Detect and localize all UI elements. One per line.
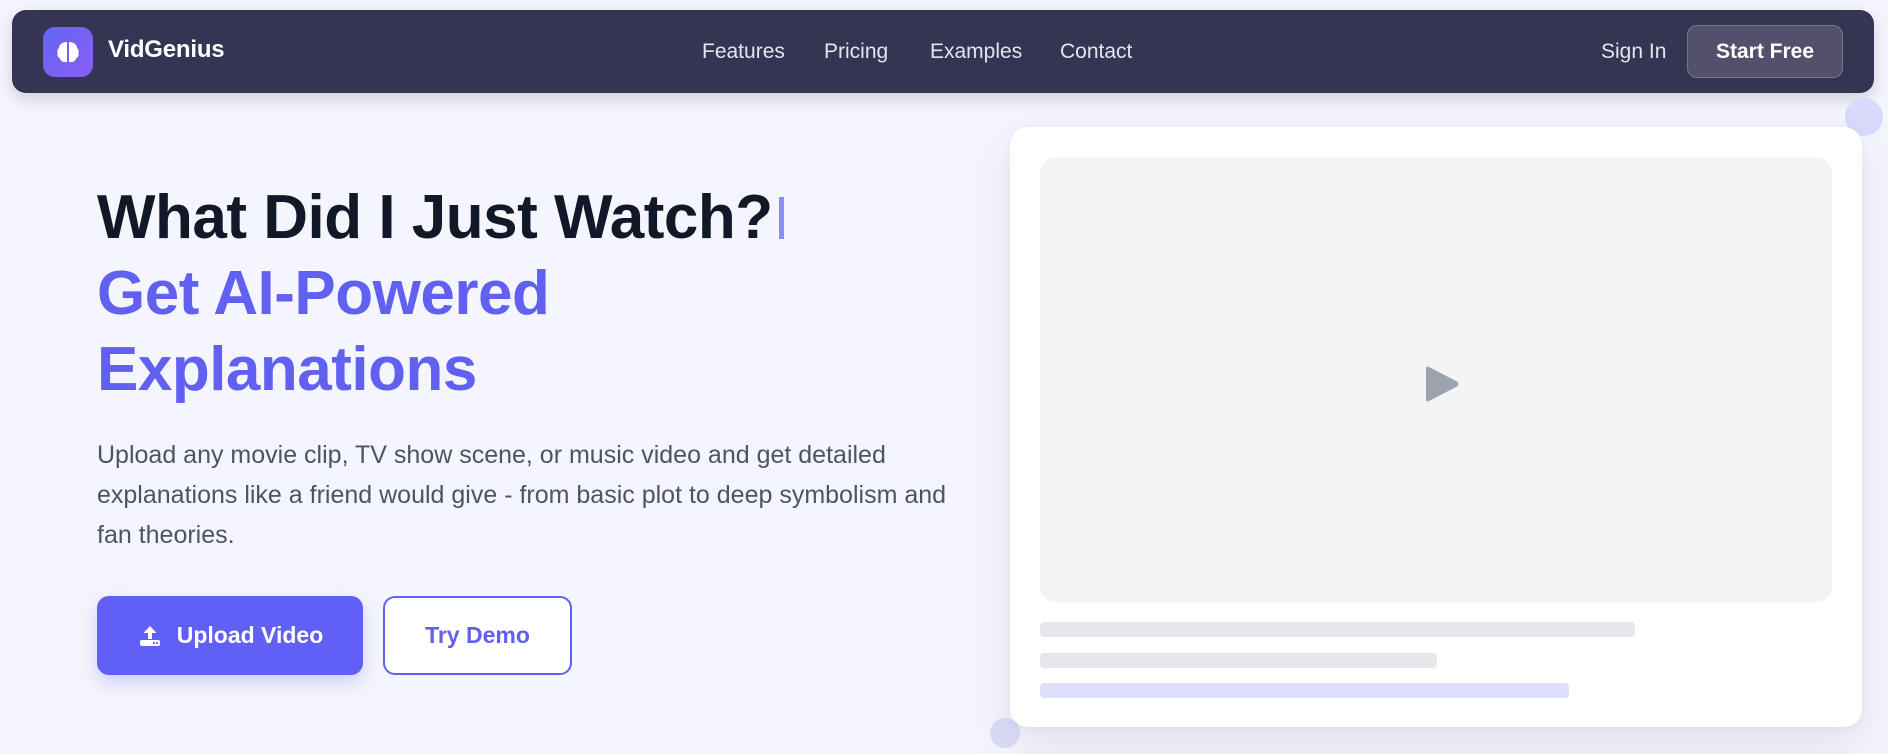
hero-description: Upload any movie clip, TV show scene, or…	[97, 441, 947, 549]
skeleton-line	[1040, 653, 1437, 668]
sign-in-link[interactable]: Sign In	[1601, 40, 1666, 64]
skeleton-line	[1040, 622, 1635, 637]
upload-video-button[interactable]: Upload Video	[97, 596, 363, 675]
video-player-placeholder[interactable]	[1040, 157, 1832, 602]
nav-link-examples[interactable]: Examples	[930, 40, 1022, 64]
play-icon[interactable]	[1424, 364, 1460, 404]
upload-icon	[139, 625, 160, 646]
hero-highlight-headline: Get AI-Powered Explanations	[97, 259, 550, 404]
nav-link-features[interactable]: Features	[702, 40, 785, 64]
hero-headline-text: What Did I Just Watch?	[97, 183, 773, 252]
try-demo-button[interactable]: Try Demo	[383, 596, 572, 675]
top-navbar: VidGenius Features Pricing Examples Cont…	[12, 10, 1874, 93]
video-preview-card	[1010, 127, 1862, 727]
typing-cursor	[778, 196, 784, 239]
nav-link-contact[interactable]: Contact	[1060, 40, 1132, 64]
hero-headline: What Did I Just Watch?	[97, 180, 784, 256]
upload-video-label: Upload Video	[176, 622, 324, 648]
skeleton-line-accent	[1040, 683, 1569, 698]
landing-page: VidGenius Features Pricing Examples Cont…	[0, 0, 1888, 754]
brain-logo-icon[interactable]	[43, 27, 93, 77]
brand-name[interactable]: VidGenius	[108, 36, 225, 64]
nav-link-pricing[interactable]: Pricing	[824, 40, 888, 64]
start-free-button[interactable]: Start Free	[1687, 25, 1843, 78]
